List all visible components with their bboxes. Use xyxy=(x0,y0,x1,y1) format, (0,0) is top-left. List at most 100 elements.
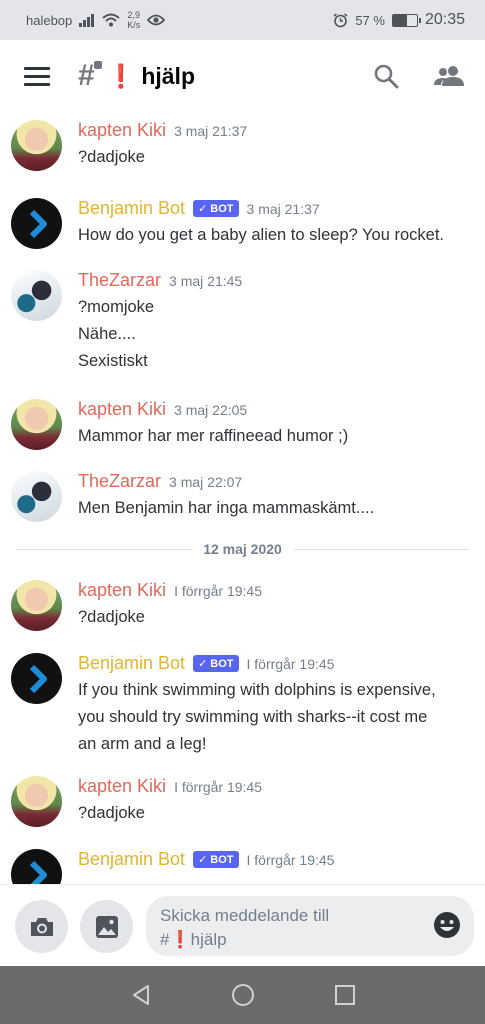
author-name[interactable]: Benjamin Bot xyxy=(78,653,185,674)
message-text: Nähe.... xyxy=(78,325,136,343)
divider-line xyxy=(293,548,469,550)
net-speed-value: 2,9 xyxy=(127,10,141,20)
home-icon[interactable] xyxy=(231,983,255,1007)
bot-badge: ✓ BOT xyxy=(193,200,239,217)
back-icon[interactable] xyxy=(130,984,152,1006)
recents-icon[interactable] xyxy=(334,984,356,1006)
timestamp: I förrgår 19:45 xyxy=(174,779,262,795)
message-content: Benjamin Bot ✓ BOT I förrgår 19:45 If you t… xyxy=(78,653,471,758)
avatar[interactable] xyxy=(11,471,62,522)
avatar[interactable] xyxy=(11,849,62,884)
camera-icon xyxy=(30,917,53,936)
message-text: ?dadjoke xyxy=(78,148,145,166)
channel-title: ❗ hjälp xyxy=(107,63,195,90)
battery-fill xyxy=(392,14,407,26)
timestamp: 3 maj 21:45 xyxy=(169,273,243,289)
check-icon: ✓ xyxy=(198,658,208,670)
status-right: 57 % 20:35 xyxy=(333,11,465,29)
date-divider-label: 12 maj 2020 xyxy=(203,541,282,557)
wifi-icon xyxy=(102,13,120,27)
message-text: If you think swimming with dolphins is e… xyxy=(78,681,436,699)
author-name[interactable]: Benjamin Bot xyxy=(78,198,185,219)
message-content: kapten Kiki I förrgår 19:45 ?dadjoke xyxy=(78,776,471,827)
message-content: kapten Kiki 3 maj 21:37 ?dadjoke xyxy=(78,120,471,171)
system-nav-bar xyxy=(0,966,485,1024)
input-placeholder-line1: Skicka meddelande till xyxy=(160,906,330,925)
status-bar: halebop 2,9 K/s 57 % 20:35 xyxy=(0,0,485,40)
message-composer: Skicka meddelande till #❗hjälp xyxy=(0,884,485,966)
alarm-icon xyxy=(333,12,348,27)
timestamp: 3 maj 22:07 xyxy=(169,474,243,490)
avatar[interactable] xyxy=(11,580,62,631)
net-speed-unit: K/s xyxy=(127,20,141,30)
timestamp: 3 maj 22:05 xyxy=(174,402,248,418)
eye-icon xyxy=(147,14,166,26)
locked-channel-icon: # xyxy=(78,59,102,93)
header-actions xyxy=(373,63,465,89)
avatar[interactable] xyxy=(11,653,62,704)
bot-badge-label: BOT xyxy=(210,853,234,866)
channel-name: hjälp xyxy=(141,62,195,89)
members-icon[interactable] xyxy=(433,65,465,87)
camera-button[interactable] xyxy=(15,900,68,953)
avatar[interactable] xyxy=(11,399,62,450)
carrier-label: halebop xyxy=(26,12,73,28)
message-text: you should try swimming with sharks--it … xyxy=(78,708,428,726)
avatar[interactable] xyxy=(11,120,62,171)
message-text: ?momjoke xyxy=(78,298,155,316)
channel-emoji: ❗ xyxy=(106,62,136,89)
bot-logo-icon xyxy=(29,664,47,693)
message-input[interactable]: Skicka meddelande till #❗hjälp xyxy=(146,896,474,956)
timestamp: 3 maj 21:37 xyxy=(246,201,320,217)
message-content: kapten Kiki I förrgår 19:45 ?dadjoke xyxy=(78,580,471,631)
search-icon[interactable] xyxy=(373,63,399,89)
clock: 20:35 xyxy=(424,11,465,28)
message-text: ?dadjoke xyxy=(78,608,145,626)
signal-icon xyxy=(79,13,95,27)
avatar[interactable] xyxy=(11,198,62,249)
placeholder-emoji: ❗ xyxy=(169,930,191,949)
author-name[interactable]: kapten Kiki xyxy=(78,580,166,601)
menu-icon[interactable] xyxy=(24,66,50,86)
bot-logo-icon xyxy=(29,209,47,238)
bot-badge-label: BOT xyxy=(210,657,234,670)
image-icon xyxy=(95,915,118,938)
author-name[interactable]: kapten Kiki xyxy=(78,399,166,420)
author-name[interactable]: kapten Kiki xyxy=(78,776,166,797)
author-name[interactable]: TheZarzar xyxy=(78,270,161,291)
message-text: an arm and a leg! xyxy=(78,735,207,753)
input-placeholder-line2: #❗hjälp xyxy=(160,928,424,952)
message-content: kapten Kiki 3 maj 22:05 Mammor har mer ra… xyxy=(78,399,471,450)
emoji-icon[interactable] xyxy=(432,910,462,940)
avatar[interactable] xyxy=(11,776,62,827)
author-name[interactable]: Benjamin Bot xyxy=(78,849,185,870)
bot-badge-label: BOT xyxy=(210,202,234,215)
message-content: TheZarzar 3 maj 21:45 ?momjoke Nähe.... S… xyxy=(78,270,471,375)
check-icon: ✓ xyxy=(198,203,208,215)
bot-badge: ✓ BOT xyxy=(193,655,239,672)
message-text: Sexistiskt xyxy=(78,352,148,370)
check-icon: ✓ xyxy=(198,854,208,866)
message-content: TheZarzar 3 maj 22:07 Men Benjamin har in… xyxy=(78,471,471,522)
placeholder-channel: hjälp xyxy=(190,930,227,949)
avatar[interactable] xyxy=(11,270,62,321)
divider-line xyxy=(16,548,192,550)
message-content: Benjamin Bot ✓ BOT 3 maj 21:37 How do you g… xyxy=(78,198,471,249)
timestamp: I förrgår 19:45 xyxy=(174,583,262,599)
timestamp: I förrgår 19:45 xyxy=(246,852,335,868)
battery-percent: 57 % xyxy=(355,12,385,28)
timestamp: I förrgår 19:45 xyxy=(246,656,335,672)
message-content: Benjamin Bot ✓ BOT I förrgår 19:45 xyxy=(78,849,471,873)
bot-badge: ✓ BOT xyxy=(193,851,239,868)
message-text: How do you get a baby alien to sleep? Yo… xyxy=(78,226,445,244)
channel-header: # ❗ hjälp xyxy=(0,40,485,112)
author-name[interactable]: TheZarzar xyxy=(78,471,161,492)
message-text: Mammor har mer raffineead humor ;) xyxy=(78,427,349,445)
message-list[interactable]: kapten Kiki 3 maj 21:37 ?dadjoke Benjamin… xyxy=(0,112,485,884)
message-text: Men Benjamin har inga mammaskämt.... xyxy=(78,499,375,517)
net-speed: 2,9 K/s xyxy=(127,10,140,30)
timestamp: 3 maj 21:37 xyxy=(174,123,248,139)
gallery-button[interactable] xyxy=(80,900,133,953)
battery-icon xyxy=(391,13,421,27)
author-name[interactable]: kapten Kiki xyxy=(78,120,166,141)
